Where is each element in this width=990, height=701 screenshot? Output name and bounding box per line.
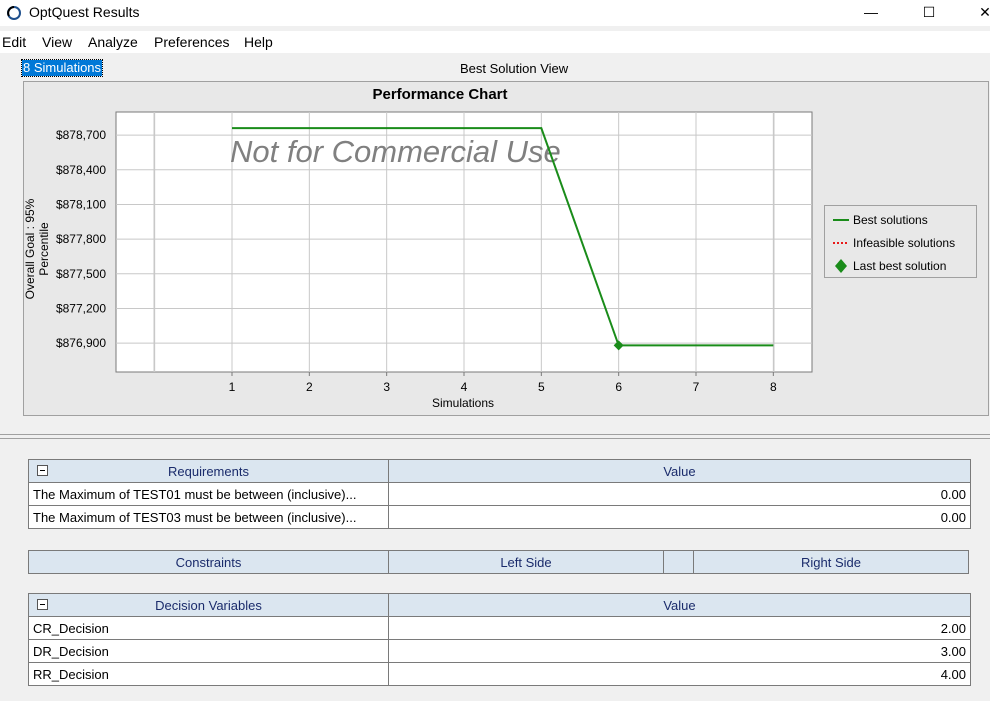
diamond-icon xyxy=(835,259,847,273)
x-tick-label: 5 xyxy=(538,380,545,394)
y-tick-label: $877,800 xyxy=(56,232,106,246)
y-tick-label: $877,500 xyxy=(56,267,106,281)
x-tick-label: 1 xyxy=(229,380,236,394)
table-row[interactable]: RR_Decision 4.00 xyxy=(28,662,971,686)
variable-value: 3.00 xyxy=(388,639,971,663)
y-tick-label: $878,100 xyxy=(56,197,106,211)
x-tick-labels: 1 2 3 4 5 6 7 8 xyxy=(229,372,777,394)
y-tick-label: $878,400 xyxy=(56,163,106,177)
variable-value: 2.00 xyxy=(388,616,971,640)
solid-line-icon xyxy=(833,219,849,221)
collapse-icon[interactable] xyxy=(37,465,48,476)
x-tick-label: 3 xyxy=(383,380,390,394)
x-tick-label: 6 xyxy=(615,380,622,394)
requirements-table: Requirements Value The Maximum of TEST01… xyxy=(28,459,971,529)
chart-legend: Best solutions Infeasible solutions Last… xyxy=(824,205,977,278)
variable-value: 4.00 xyxy=(388,662,971,686)
x-axis-label: Simulations xyxy=(432,396,494,410)
decision-variables-header: Decision Variables xyxy=(28,593,389,617)
watermark: Not for Commercial Use xyxy=(230,134,561,169)
variable-name: CR_Decision xyxy=(28,616,389,640)
left-side-header: Left Side xyxy=(388,550,664,574)
splitter-line[interactable] xyxy=(0,438,990,439)
legend-label: Last best solution xyxy=(853,259,947,273)
requirement-value: 0.00 xyxy=(388,482,971,506)
dotted-line-icon xyxy=(833,242,849,244)
requirement-name: The Maximum of TEST01 must be between (i… xyxy=(28,482,389,506)
variable-name: RR_Decision xyxy=(28,662,389,686)
requirement-value: 0.00 xyxy=(388,505,971,529)
operator-header xyxy=(663,550,694,574)
right-side-header: Right Side xyxy=(693,550,969,574)
legend-label: Infeasible solutions xyxy=(853,236,956,250)
y-tick-labels: $878,700 $878,400 $878,100 $877,800 $877,500… xyxy=(56,128,106,350)
collapse-icon[interactable] xyxy=(37,599,48,610)
x-tick-label: 7 xyxy=(693,380,700,394)
table-row[interactable]: The Maximum of TEST01 must be between (i… xyxy=(28,482,971,506)
value-header: Value xyxy=(388,593,971,617)
table-row[interactable]: CR_Decision 2.00 xyxy=(28,616,971,640)
y-tick-label: $878,700 xyxy=(56,128,106,142)
constraints-header: Constraints xyxy=(28,550,389,574)
y-tick-label: $876,900 xyxy=(56,336,106,350)
x-tick-label: 2 xyxy=(306,380,313,394)
y-tick-label: $877,200 xyxy=(56,301,106,315)
requirements-header: Requirements xyxy=(28,459,389,483)
requirement-name: The Maximum of TEST03 must be between (i… xyxy=(28,505,389,529)
constraints-table: Constraints Left Side Right Side xyxy=(28,550,969,574)
decision-variables-table: Decision Variables Value CR_Decision 2.0… xyxy=(28,593,971,686)
splitter-line xyxy=(0,434,990,435)
table-row[interactable]: DR_Decision 3.00 xyxy=(28,639,971,663)
value-header: Value xyxy=(388,459,971,483)
legend-label: Best solutions xyxy=(853,213,928,227)
x-tick-label: 4 xyxy=(461,380,468,394)
variable-name: DR_Decision xyxy=(28,639,389,663)
table-row[interactable]: The Maximum of TEST03 must be between (i… xyxy=(28,505,971,529)
x-tick-label: 8 xyxy=(770,380,777,394)
